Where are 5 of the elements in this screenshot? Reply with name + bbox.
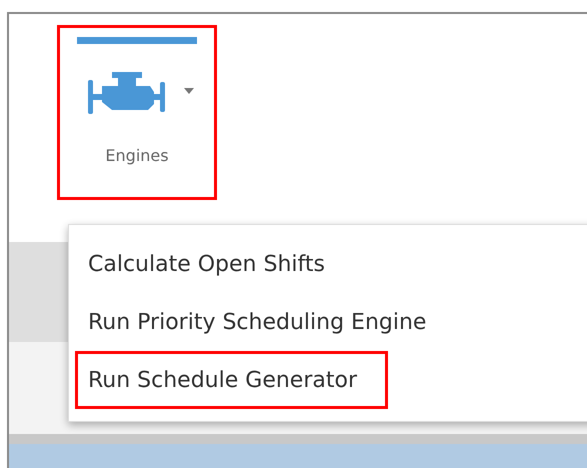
menu-item[interactable]: Calculate Open Shifts	[75, 235, 356, 293]
menu-item[interactable]: Run Priority Scheduling Engine	[75, 293, 458, 351]
engines-tab[interactable]: Engines	[77, 37, 197, 165]
caret-icon	[184, 88, 194, 94]
menu-item[interactable]: Run Schedule Generator	[75, 351, 388, 409]
